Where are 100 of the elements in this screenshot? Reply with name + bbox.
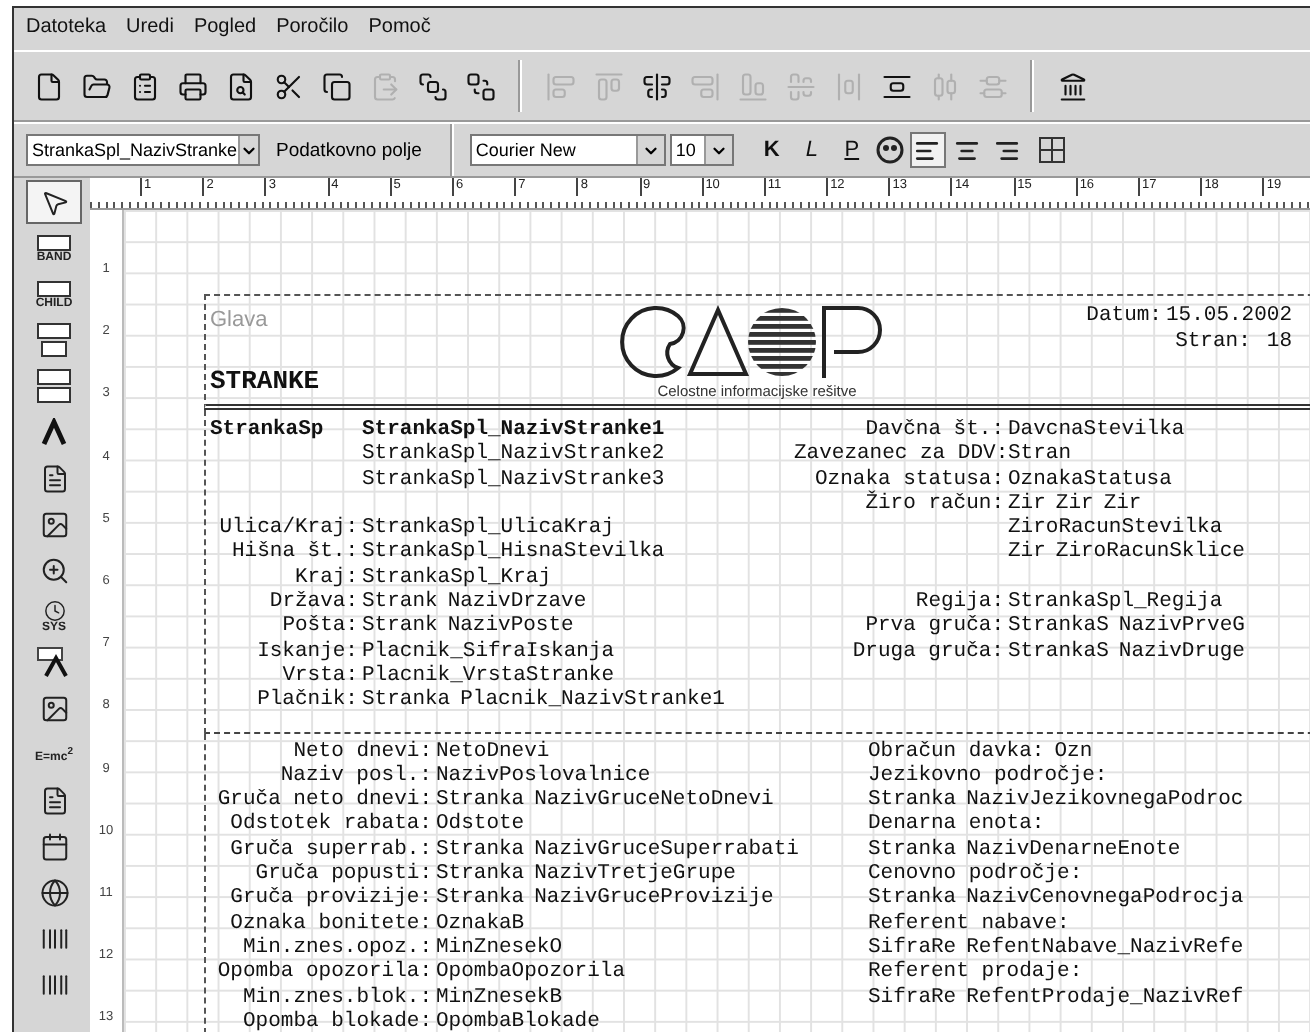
data-field: Stranka <box>436 886 525 912</box>
data-field: ZiroRacunStevilka <box>1008 516 1223 541</box>
data-field: NazivDenarneEnote <box>966 837 1181 863</box>
data-field: NazivDruge <box>1118 639 1245 664</box>
text-style-button[interactable]: L <box>793 132 830 168</box>
data-field: NazivGruceSuperrabati <box>534 837 799 863</box>
data-field: Stranka <box>362 688 451 714</box>
data-field: NazivTretjeGrupe <box>534 862 736 887</box>
data-field: Zir <box>1008 491 1046 517</box>
data-field: NazivDrzave <box>447 590 587 615</box>
field-label: Min.znes.opoz.: <box>242 935 432 960</box>
align-left-icon <box>545 71 575 101</box>
align-right-icon <box>994 137 1021 163</box>
data-field: StrankaS <box>1008 639 1109 664</box>
menu-item[interactable]: Pogled <box>185 14 265 46</box>
field-label: Obračun davka: <box>868 739 1045 764</box>
field-caption: Podatkovno polje <box>276 139 422 161</box>
data-field: OznakaStatusa <box>1008 467 1172 492</box>
data-field: RefentNabave_NazivRefe <box>966 935 1244 961</box>
data-field: StrankaSpl_Kraj <box>362 565 552 591</box>
caret-icon <box>237 136 258 164</box>
open-folder-icon <box>81 71 111 101</box>
menu-item[interactable]: Datoteka <box>18 14 115 46</box>
memo-icon <box>39 463 69 493</box>
barcode-icon <box>39 923 69 953</box>
data-field: StrankaS <box>1008 614 1109 640</box>
align-left-button[interactable] <box>909 132 946 168</box>
menu-item[interactable]: Uredi <box>118 14 182 46</box>
clock-icon <box>43 599 65 621</box>
size-dropdown[interactable]: 10 <box>669 134 734 166</box>
data-field: StrankaSpl_NazivStranke3 <box>362 467 665 492</box>
print-icon <box>177 71 207 101</box>
band-icon <box>36 233 72 251</box>
distribute-vertical-icon <box>977 71 1007 101</box>
data-field: Strank <box>362 590 438 615</box>
pointer-tool[interactable] <box>26 180 82 224</box>
field-label: Vrsta: <box>282 663 358 688</box>
data-field: DavcnaStevilka <box>1008 418 1185 443</box>
zoom-icon <box>39 555 69 585</box>
field-dropdown[interactable]: StrankaSpl_NazivStranke <box>26 134 260 166</box>
field-label: Davčna št.: <box>865 418 1004 442</box>
data-field: 15.05.2002 <box>1165 304 1292 330</box>
caret-icon <box>40 418 68 446</box>
pointer-icon <box>39 187 69 217</box>
calendar-icon <box>39 831 69 861</box>
data-field: MinZnesekB <box>436 985 563 1010</box>
data-field: Ozn <box>1054 739 1093 764</box>
data-field: NazivGruceProvizije <box>534 886 774 912</box>
data-field: StrankaSpl_HisnaStevilka <box>362 540 665 566</box>
data-field: Placnik_NazivStranke1 <box>460 688 725 714</box>
field-label: Stran: <box>1175 330 1251 356</box>
field-label: Žiro račun: <box>865 491 1004 516</box>
align-top-icon <box>593 71 623 101</box>
field-label: Gruča superrab.: <box>230 837 432 862</box>
paste-icon <box>369 71 399 101</box>
menu-item[interactable]: Poročilo <box>268 14 357 46</box>
data-field: Stranka <box>436 837 525 863</box>
center-vertical-icon <box>785 71 815 101</box>
text-style-button[interactable]: P <box>833 132 870 168</box>
text-style-button[interactable]: K <box>753 132 790 168</box>
data-field: Stranka <box>436 862 525 887</box>
field-label: Neto dnevi: <box>293 739 432 764</box>
copy-icon <box>321 71 351 101</box>
data-field: RefentProdaje_NazivRef <box>966 985 1244 1010</box>
data-field: NetoDnevi <box>436 739 550 764</box>
font-dropdown[interactable]: Courier New <box>469 134 666 166</box>
field-label: Cenovno področje: <box>868 862 1083 887</box>
data-field: NazivGruceNetoDnevi <box>534 788 774 813</box>
cut-icon <box>273 71 303 101</box>
field-label: Oznaka statusa: <box>814 467 1004 492</box>
data-field: NazivPrveG <box>1118 614 1245 640</box>
field-label: Kraj: <box>294 565 358 590</box>
band-icon <box>36 279 72 297</box>
data-field: StrankaSpl_Regija <box>1008 590 1223 615</box>
field-label: Ulica/Kraj: <box>219 516 358 541</box>
data-field: Zir <box>1055 491 1094 517</box>
field-label: Odstotek rabata: <box>230 812 432 837</box>
data-field: Odstote <box>436 812 525 838</box>
field-label: StrankaSp <box>210 418 324 442</box>
globe-icon <box>39 877 69 907</box>
preview-icon <box>225 71 255 101</box>
menu-item[interactable]: Pomoč <box>360 14 439 46</box>
field-label: Naziv posl.: <box>280 763 432 788</box>
data-field: ZiroRacunSklice <box>1055 540 1245 566</box>
data-field: Placnik_SifraIskanja <box>362 639 615 664</box>
data-field: Zir <box>1103 491 1142 517</box>
data-field: MinZnesekO <box>436 935 563 961</box>
report-title: STRANKE <box>210 366 320 396</box>
distribute-horizontal-icon <box>929 71 959 101</box>
field-label: Referent nabave: <box>868 911 1070 936</box>
framed-caret-icon <box>36 646 72 678</box>
space-vertical-icon <box>881 71 911 101</box>
data-field: NazivPoslovalnice <box>436 763 651 789</box>
data-field: Zir <box>1008 540 1046 566</box>
field-label: Gruča neto dnevi: <box>217 788 432 813</box>
pillar-icon <box>1057 71 1087 101</box>
field-label: Gruča provizije: <box>230 886 432 911</box>
color-icon[interactable] <box>873 134 906 166</box>
field-label: Denarna enota: <box>868 812 1045 838</box>
border-icon[interactable] <box>1037 136 1066 164</box>
